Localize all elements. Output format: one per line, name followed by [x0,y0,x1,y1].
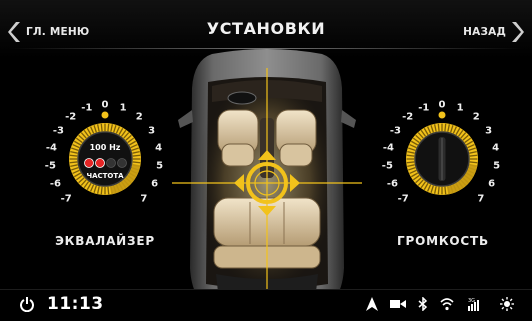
dial-scale-label: -7 [61,193,72,204]
clock: 11:13 [47,294,104,314]
car-balance-fader[interactable] [172,48,362,310]
dial-scale-label: 3 [148,125,155,136]
dial-scale-label: -2 [65,111,76,122]
dial-scale-label: -3 [390,125,401,136]
dial-scale-label: 5 [156,161,163,172]
dial-scale-label: 3 [485,125,492,136]
front-left-seat [217,109,259,167]
dial-scale-label: 7 [477,193,484,204]
steering-wheel [227,91,257,105]
frequency-band-dot[interactable] [106,158,116,168]
page-title: УСТАНОВКИ [206,19,326,38]
bluetooth-icon [418,297,428,311]
dial-knob[interactable] [414,131,470,187]
front-right-seat [275,109,317,167]
dial-knob[interactable]: 100 Hz ЧАСТОТА [77,131,133,187]
chevron-right-icon [512,22,524,42]
dial-scale-label: 2 [136,111,143,122]
dial-scale-label: 1 [457,103,464,114]
dial-scale-label: -1 [81,103,92,114]
power-icon[interactable] [20,296,34,312]
dial-scale-label: -3 [53,125,64,136]
frequency-value: 100 Hz [90,143,121,152]
navigation-arrow-icon [366,297,378,311]
dial-scale-label: 2 [473,111,480,122]
frequency-band-dot[interactable] [95,158,105,168]
back-button[interactable]: НАЗАД [463,21,524,43]
volume-knob[interactable]: -7-6 -5 -4 -3-2 -1 0 1234 5 67 [379,96,505,222]
dial-scale-label: -1 [418,103,429,114]
dial-scale-label: -5 [382,161,393,172]
frequency-band-dot[interactable] [117,158,127,168]
settings-screen: ГЛ. МЕНЮ УСТАНОВКИ НАЗАД -7 -6 -5 -4 -3 -2 -1 0… [0,0,532,321]
dial-scale-label: -4 [46,142,57,153]
dial-scale-label: -6 [50,178,61,189]
dial-scale-label: -6 [387,178,398,189]
volume-caption: ГРОМКОСТЬ [397,234,489,248]
video-icon [390,300,406,308]
dial-scale-label: -4 [383,142,394,153]
dial-scale-label: 1 [120,103,127,114]
dial-scale-label: 0 [439,100,446,111]
volume-dial[interactable]: -7 -6 -5 -4 -3 -2 -1 0 1 2 3 4 5 6 7 [379,96,505,222]
dial-scale-label: 5 [493,161,500,172]
frequency-label: ЧАСТОТА [86,172,124,180]
car-top-view[interactable] [172,48,362,310]
equalizer-dial[interactable]: -7 -6 -5 -4 -3 -2 -1 0 1 2 3 4 5 6 7 100 Hz ЧАСТОТА [42,96,168,222]
dial-scale-label: -7 [398,193,409,204]
dial-scale-label: 4 [492,142,499,153]
dial-selected-indicator [438,111,446,119]
left-mirror [178,110,193,128]
back-label: НАЗАД [463,26,506,38]
equalizer-caption: ЭКВАЛАЙЗЕР [55,234,155,248]
dial-scale-label: -5 [45,161,56,172]
3g-signal-icon: 3G [468,298,479,311]
right-mirror [341,110,356,128]
dial-scale-label: -2 [402,111,413,122]
dial-scale-label: 6 [151,178,158,189]
dial-scale-label: 7 [140,193,147,204]
dial-scale-label: 0 [102,100,109,111]
brightness-icon[interactable] [500,297,514,311]
frequency-band-dot[interactable] [84,158,94,168]
equalizer-knob[interactable]: -7-6 -5 -4 -3-2 -1 0 1234 5 67 100 Hz ЧАСТОТА [42,96,168,222]
wifi-icon [440,298,454,311]
dial-scale-label: 4 [155,142,162,153]
dial-scale-label: 6 [488,178,495,189]
dial-selected-indicator [101,111,109,119]
